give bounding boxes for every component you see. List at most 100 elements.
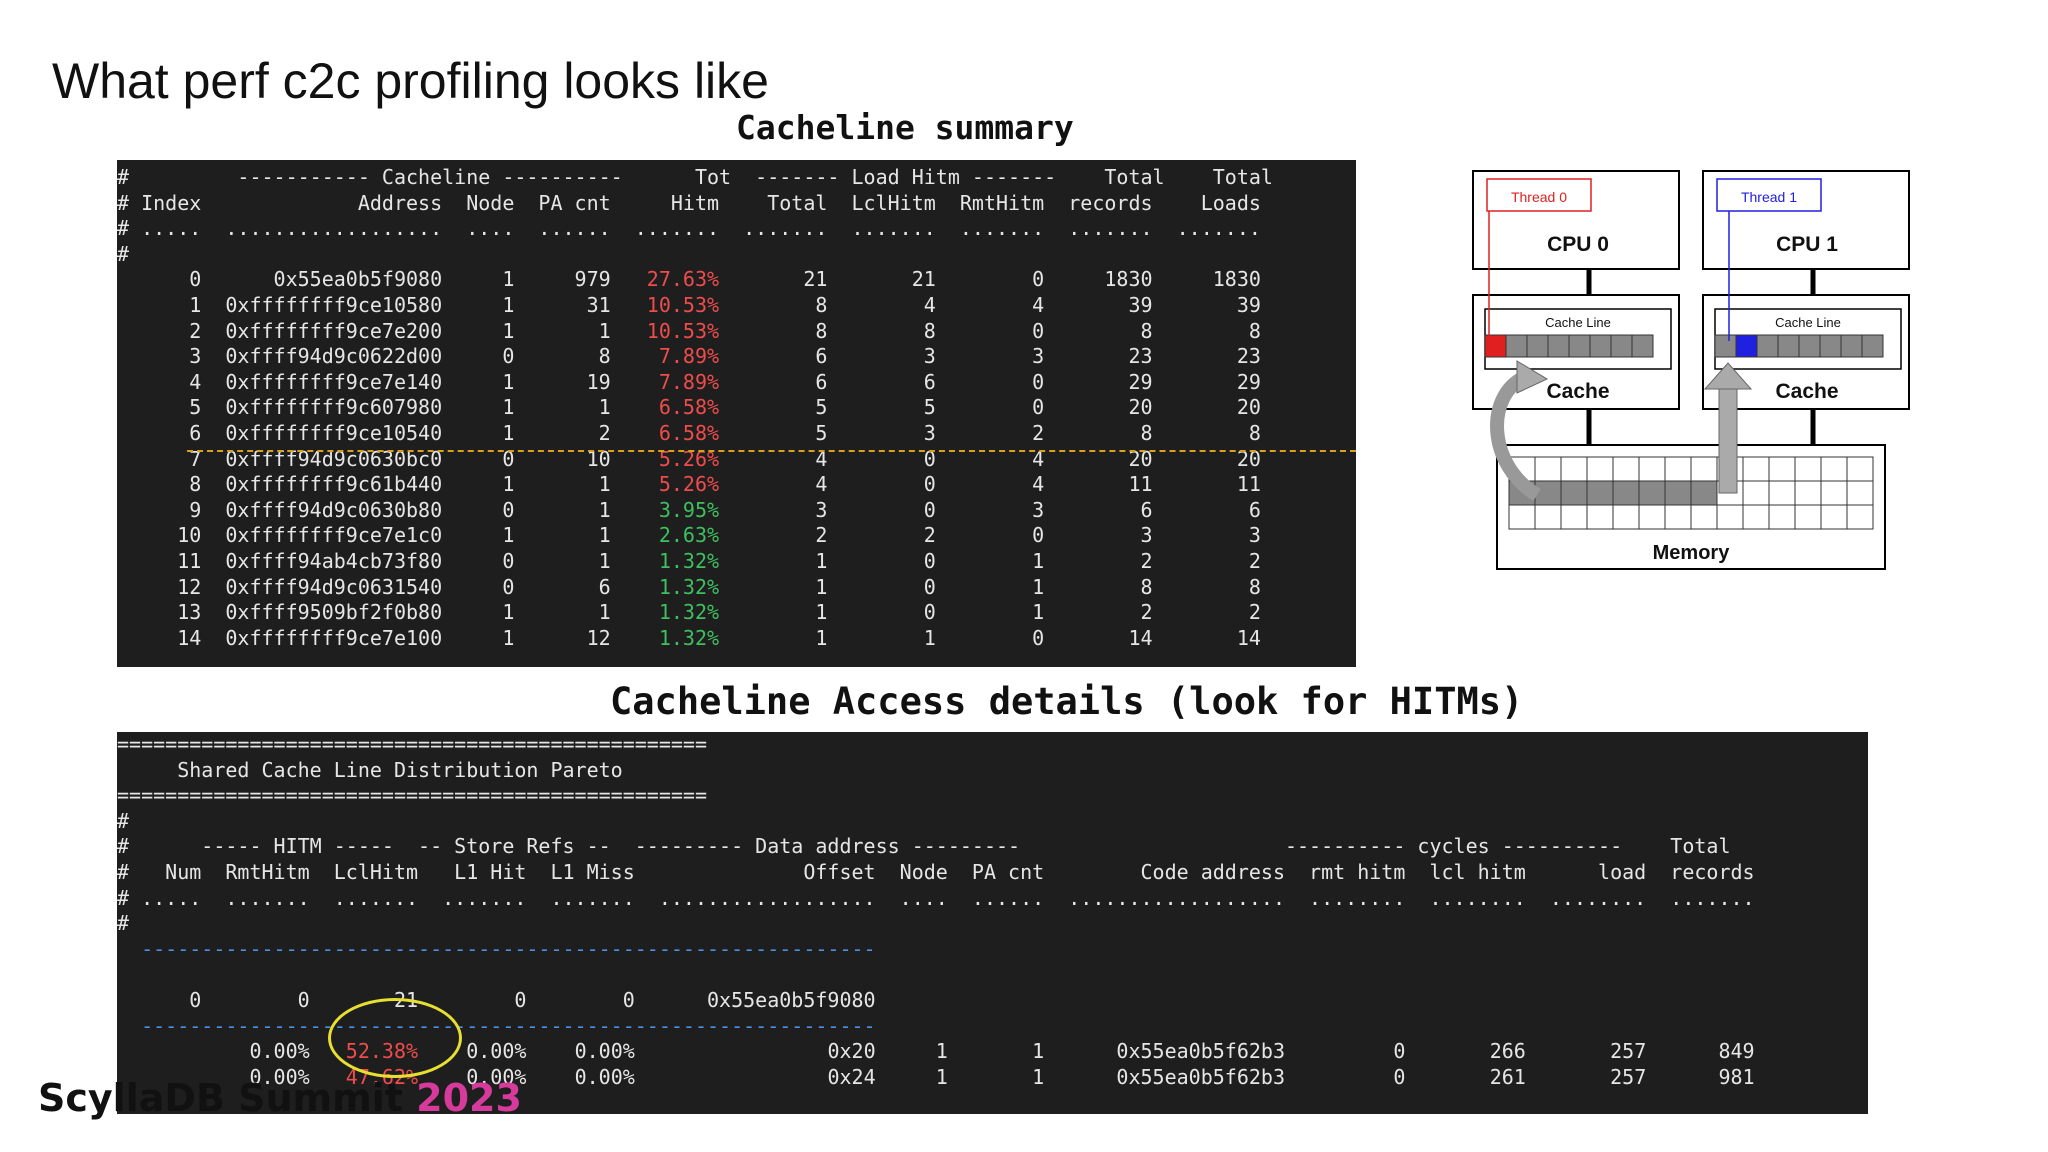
cache-line-cell <box>1861 334 1884 358</box>
details-summary-row: 0 0 21 0 0 0x55ea0b5f9080 <box>117 987 876 1012</box>
memory-cell <box>1612 504 1640 530</box>
cache-line-hot-cell <box>1484 334 1507 358</box>
summary-row: 4 0xffffffff9ce7e140 1 19 7.89% 6 6 0 29… <box>117 369 1261 394</box>
tot-hitm-value: 2.63% <box>634 523 720 548</box>
memory-cell <box>1664 480 1692 506</box>
cache-line-hot-cell <box>1735 334 1758 358</box>
memory-cell <box>1586 456 1614 482</box>
tot-hitm-value: 5.26% <box>634 472 720 497</box>
details-header-line: # ..... ....... ....... ....... ....... … <box>117 885 1755 910</box>
cache-line-cell <box>1526 334 1549 358</box>
summary-header-line: # ----------- Cacheline ---------- Tot -… <box>117 165 1273 189</box>
banner-title: Shared Cache Line Distribution Pareto <box>117 757 623 782</box>
cache1-label: Cache <box>1775 380 1838 403</box>
memory-cell <box>1768 456 1796 482</box>
memory-cell <box>1638 480 1666 506</box>
details-header-line: # <box>117 808 130 833</box>
tot-hitm-value: 10.53% <box>634 318 720 343</box>
cache-line-cell <box>1610 334 1633 358</box>
memory-cell <box>1690 456 1718 482</box>
lclhitm-highlight-circle <box>328 998 462 1078</box>
tot-hitm-value: 1.32% <box>634 574 720 599</box>
cache-line-cell <box>1756 334 1779 358</box>
access-details-label: Cacheline Access details (look for HITMs… <box>610 680 1524 723</box>
memory-cell <box>1612 456 1640 482</box>
tot-hitm-value: 3.95% <box>634 497 720 522</box>
banner-rule: ========================================… <box>117 783 708 808</box>
summary-row: 3 0xffff94d9c0622d00 0 8 7.89% 6 3 3 23 … <box>117 344 1261 369</box>
cache0-label: Cache <box>1546 380 1609 403</box>
summary-row: 8 0xffffffff9c61b440 1 1 5.26% 4 0 4 11 … <box>117 472 1261 497</box>
cpu0-label: CPU 0 <box>1547 233 1609 256</box>
slide-title: What perf c2c profiling looks like <box>52 53 769 109</box>
summary-header-line: # ..... .................. .... ...... .… <box>117 216 1261 241</box>
summary-row: 5 0xffffffff9c607980 1 1 6.58% 5 5 0 20 … <box>117 395 1261 420</box>
tot-hitm-value: 1.32% <box>634 600 720 625</box>
memory-cell <box>1742 480 1770 506</box>
memory-cell <box>1690 480 1718 506</box>
summary-row: 6 0xffffffff9ce10540 1 2 6.58% 5 3 2 8 8 <box>117 420 1261 445</box>
memory-cell <box>1534 456 1562 482</box>
memory-cell <box>1664 504 1692 530</box>
memory-cell <box>1586 480 1614 506</box>
banner-rule: ========================================… <box>117 732 708 756</box>
memory-cell <box>1560 480 1588 506</box>
cache-line-cell <box>1840 334 1863 358</box>
memory-cell <box>1638 456 1666 482</box>
summary-header-line: # <box>117 241 130 266</box>
memory-cell <box>1560 456 1588 482</box>
thread1-label: Thread 1 <box>1741 189 1797 205</box>
memory-cell <box>1508 504 1536 530</box>
memory-cell <box>1794 456 1822 482</box>
writeback-arrow <box>1718 386 1738 494</box>
cache-line-label-1: Cache Line <box>1775 315 1841 330</box>
memory-cell <box>1820 480 1848 506</box>
cache-line-cell <box>1714 334 1737 358</box>
cacheline-summary-label: Cacheline summary <box>736 108 1074 147</box>
memory-cell <box>1560 504 1588 530</box>
memory-cell <box>1846 456 1874 482</box>
tot-hitm-value: 27.63% <box>634 267 720 292</box>
cache-line-cell <box>1631 334 1654 358</box>
cache-line-cell <box>1505 334 1528 358</box>
cache-line-label-0: Cache Line <box>1545 315 1611 330</box>
brand-footer: ScyllaDB Summit 2023 <box>38 1076 522 1120</box>
memory-cell <box>1638 504 1666 530</box>
cache-line-cell <box>1589 334 1612 358</box>
thread0-label: Thread 0 <box>1511 189 1567 205</box>
memory-cell <box>1534 504 1562 530</box>
details-header-line: # Num RmtHitm LclHitm L1 Hit L1 Miss Off… <box>117 859 1755 884</box>
memory-cell <box>1794 480 1822 506</box>
memory-cell <box>1690 504 1718 530</box>
memory-cell <box>1820 504 1848 530</box>
summary-row: 12 0xffff94d9c0631540 0 6 1.32% 1 0 1 8 … <box>117 574 1261 599</box>
cacheline-summary-terminal: # ----------- Cacheline ---------- Tot -… <box>117 160 1356 667</box>
cache-line-cell <box>1819 334 1842 358</box>
memory-cell <box>1846 480 1874 506</box>
summary-row: 10 0xffffffff9ce7e1c0 1 1 2.63% 2 2 0 3 … <box>117 523 1261 548</box>
memory-cell <box>1534 480 1562 506</box>
memory-cell <box>1716 504 1744 530</box>
tot-hitm-value: 7.89% <box>634 369 720 394</box>
cache-line-cell <box>1777 334 1800 358</box>
dash-rule: ----------------------------------------… <box>117 1013 876 1038</box>
memory-cell <box>1846 504 1874 530</box>
summary-row: 13 0xffff9509bf2f0b80 1 1 1.32% 1 0 1 2 … <box>117 600 1261 625</box>
tot-hitm-value: 6.58% <box>634 420 720 445</box>
summary-header-line: # Index Address Node PA cnt Hitm Total L… <box>117 190 1261 215</box>
memory-cell <box>1742 504 1770 530</box>
cache-line-cell <box>1568 334 1591 358</box>
memory-cell <box>1820 456 1848 482</box>
summary-row: 9 0xffff94d9c0630b80 0 1 3.95% 3 0 3 6 6 <box>117 497 1261 522</box>
tot-hitm-value: 7.89% <box>634 344 720 369</box>
cacheline-summary-table: # ----------- Cacheline ---------- Tot -… <box>117 165 1273 651</box>
memory-cell <box>1742 456 1770 482</box>
brand-name: ScyllaDB Summit <box>38 1076 417 1120</box>
memory-cell <box>1664 456 1692 482</box>
summary-row: 14 0xffffffff9ce7e100 1 12 1.32% 1 1 0 1… <box>117 625 1261 650</box>
memory-cell <box>1612 480 1640 506</box>
summary-row: 11 0xffff94ab4cb73f80 0 1 1.32% 1 0 1 2 … <box>117 548 1261 573</box>
memory-cell <box>1586 504 1614 530</box>
summary-row: 0 0x55ea0b5f9080 1 979 27.63% 21 21 0 18… <box>117 267 1261 292</box>
details-header-line: # ----- HITM ----- -- Store Refs -- ----… <box>117 834 1731 859</box>
